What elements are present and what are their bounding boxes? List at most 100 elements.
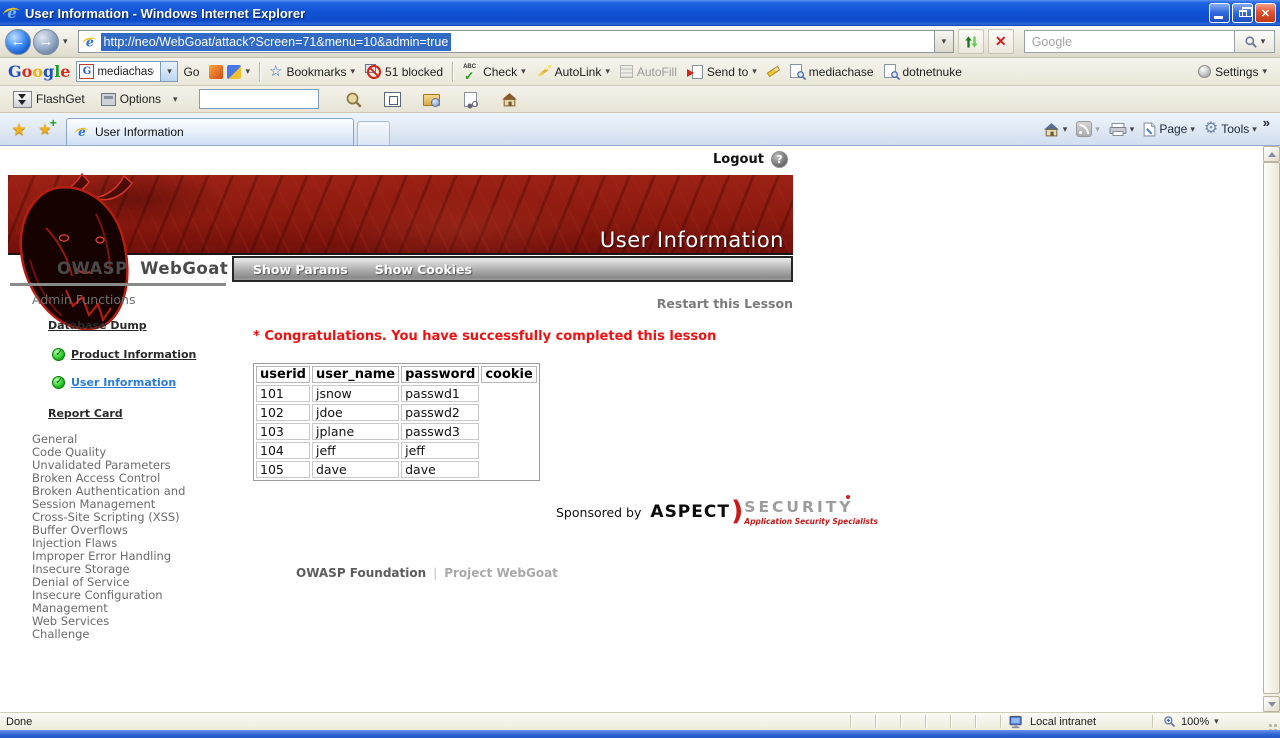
google-go-button[interactable]: Go <box>178 63 204 81</box>
tab-bar: ★ ★ e User Information ▾ ▾ <box>0 113 1280 146</box>
sidebar-category[interactable]: Broken Authentication and Session Manage… <box>32 485 228 511</box>
sidebar-category[interactable]: Insecure Configuration Management <box>32 589 228 615</box>
search-input[interactable]: Google <box>1024 30 1235 53</box>
footer-owasp-link[interactable]: OWASP Foundation <box>296 566 426 580</box>
footer-webgoat-link[interactable]: Project WebGoat <box>444 566 558 580</box>
sidebar-link-product-information[interactable]: Product Information <box>71 348 196 361</box>
dotnetnuke-button[interactable]: dotnetnuke <box>879 62 967 81</box>
scroll-down-button[interactable] <box>1263 696 1280 712</box>
home-button[interactable]: ▾ <box>1040 117 1071 141</box>
magnifier-icon <box>796 70 807 81</box>
minimize-button[interactable] <box>1209 3 1230 23</box>
forward-button[interactable]: → <box>33 29 59 55</box>
add-favorite-button[interactable]: ★ <box>32 116 58 142</box>
logout-button[interactable]: Logout <box>713 152 764 167</box>
scroll-up-button[interactable] <box>1263 146 1280 162</box>
vertical-scrollbar[interactable] <box>1263 146 1280 712</box>
new-tab-button[interactable] <box>357 121 390 145</box>
page-search-icon <box>884 64 899 79</box>
cell-userid: 104 <box>256 442 310 459</box>
restart-lesson-link[interactable]: Restart this Lesson <box>253 296 793 311</box>
address-dropdown-button[interactable]: ▾ <box>935 30 954 53</box>
history-caret-icon[interactable]: ▾ <box>63 37 68 46</box>
flashget-capture-button[interactable] <box>379 88 407 111</box>
gear-icon: ⚙ <box>1204 121 1218 137</box>
flashget-options-button[interactable]: Options ▾ <box>96 90 183 108</box>
resize-grip[interactable] <box>1264 714 1280 730</box>
chevron-down-icon: ▾ <box>1214 717 1219 726</box>
autolink-button[interactable]: AutoLink ▾ <box>531 63 615 81</box>
google-search-value[interactable]: mediachase <box>94 66 154 78</box>
search-go-button[interactable]: ▾ <box>1235 30 1275 53</box>
lesson-title: User Information <box>600 228 784 252</box>
address-input[interactable]: e http://neo/WebGoat/attack?Screen=71&me… <box>78 30 935 53</box>
cell-cookie <box>481 461 537 478</box>
sponsor-prefix: Sponsored by <box>556 505 641 520</box>
user-data-table: userid user_name password cookie 101 jsn… <box>253 363 540 481</box>
send-to-button[interactable]: Send to ▾ <box>682 63 762 81</box>
sidebar-category[interactable]: Challenge <box>32 628 228 641</box>
bookmarks-button[interactable]: ☆ Bookmarks ▾ <box>264 62 360 81</box>
scrollbar-thumb[interactable] <box>1263 162 1280 694</box>
spellcheck-button[interactable]: Check ▾ <box>457 62 531 82</box>
flashget-search-input[interactable] <box>199 89 319 109</box>
autofill-button[interactable]: AutoFill <box>615 63 682 81</box>
status-pane <box>950 715 975 728</box>
rss-feed-icon <box>1076 121 1092 137</box>
highlighter-icon <box>766 66 780 77</box>
mediachase-button[interactable]: mediachase <box>785 62 879 81</box>
show-cookies-button[interactable]: Show Cookies <box>375 262 472 277</box>
flashget-link-button[interactable] <box>457 88 485 111</box>
sponsor-paren: ) <box>731 501 743 523</box>
header-cookie: cookie <box>481 366 537 383</box>
sponsor-logo: Sponsored by ASPECT ) SECURITY Applicati… <box>556 498 878 526</box>
flashget-search-button[interactable] <box>340 88 368 111</box>
local-intranet-icon <box>1009 715 1024 729</box>
print-button[interactable]: ▾ <box>1106 117 1138 141</box>
feeds-button[interactable]: ▾ <box>1073 117 1103 141</box>
toolbar-overflow-button[interactable]: » <box>1263 115 1270 130</box>
address-url[interactable]: http://neo/WebGoat/attack?Screen=71&menu… <box>101 33 452 51</box>
restore-button[interactable] <box>1232 3 1253 23</box>
command-buttons: ▾ ▾ ▾ Page ▾ <box>1040 113 1274 145</box>
tools-menu-button[interactable]: ⚙ Tools ▾ <box>1201 117 1260 141</box>
settings-button[interactable]: Settings ▾ <box>1193 63 1272 81</box>
zoom-control[interactable]: 100% ▾ <box>1152 715 1262 728</box>
google-search-dropdown[interactable]: ▾ <box>160 62 177 81</box>
home-icon <box>501 92 518 107</box>
popup-blocker-button[interactable]: 51 blocked <box>360 62 448 81</box>
flashget-home-button[interactable] <box>496 88 524 111</box>
header-user-name: user_name <box>312 366 399 383</box>
close-button[interactable]: ✕ <box>1255 3 1276 23</box>
favorites-button[interactable]: ★ <box>6 116 32 142</box>
show-params-button[interactable]: Show Params <box>253 262 348 277</box>
cell-password: passwd2 <box>401 404 479 421</box>
google-search-input[interactable]: G mediachase ▾ <box>76 61 178 82</box>
sidebar-link-report-card[interactable]: Report Card <box>48 407 123 420</box>
sidebar-section-admin-functions[interactable]: Admin Functions <box>20 292 234 307</box>
chevron-down-icon: ▾ <box>1130 125 1135 134</box>
brand-underline <box>10 283 226 286</box>
restore-icon <box>1239 10 1247 17</box>
completed-check-icon <box>52 376 65 389</box>
magnifier-icon <box>890 70 901 81</box>
folder-globe-icon <box>423 93 440 106</box>
zoom-level[interactable]: 100% <box>1181 716 1209 728</box>
refresh-button[interactable] <box>958 29 984 54</box>
sponsor-name-aspect: ASPECT <box>650 502 730 522</box>
capture-window-icon <box>384 92 401 107</box>
flashget-button[interactable]: FlashGet <box>8 89 90 110</box>
sidebar-link-database-dump[interactable]: Database Dump <box>48 319 147 332</box>
back-button[interactable]: ← <box>5 29 31 55</box>
tab-user-information[interactable]: e User Information <box>66 118 354 145</box>
sponsor-red-dot-icon <box>846 495 850 499</box>
flashget-folder-button[interactable] <box>418 88 446 111</box>
sidebar-link-user-information[interactable]: User Information <box>71 376 176 389</box>
cell-userid: 103 <box>256 423 310 440</box>
search-site-button[interactable]: ▾ <box>204 63 255 81</box>
help-button[interactable]: ? <box>771 151 788 168</box>
highlighter-button[interactable] <box>762 67 785 76</box>
status-text: Done <box>0 716 850 728</box>
page-menu-button[interactable]: Page ▾ <box>1140 117 1198 141</box>
stop-button[interactable]: ✕ <box>988 29 1014 54</box>
